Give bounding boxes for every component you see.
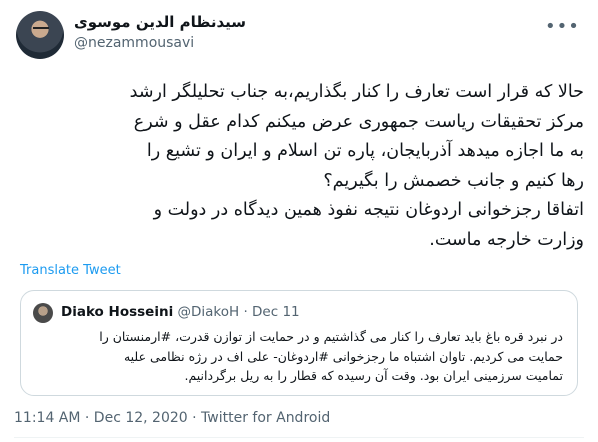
tweet-text-line: به ما اجازه میدهد آذربایجان، پاره تن اسل… xyxy=(146,141,584,161)
author-display-name[interactable]: سیدنظام الدین موسوی xyxy=(74,12,246,32)
quoted-author-avatar xyxy=(33,303,53,323)
quoted-author-info: Diako Hosseini @DiakoH · Dec 11 xyxy=(61,302,300,322)
quoted-author-meta: @DiakoH · Dec 11 xyxy=(177,304,300,320)
author-info[interactable]: سیدنظام الدین موسوی @nezammousavi xyxy=(74,12,246,54)
quoted-text-line: در نبرد قره باغ باید تعارف را کنار می گذ… xyxy=(99,329,563,344)
more-horizontal-icon[interactable]: ••• xyxy=(545,18,580,36)
author-handle[interactable]: @nezammousavi xyxy=(74,32,246,54)
divider xyxy=(14,437,584,438)
quoted-tweet[interactable]: Diako Hosseini @DiakoH · Dec 11 در نبرد … xyxy=(20,290,578,396)
quoted-text-line: حمایت می کردیم. تاوان اشتباه ما رجزخوانی… xyxy=(123,348,563,364)
tweet-text-line: وزارت خارجه ماست. xyxy=(429,229,584,250)
tweet-text-line: رها کنیم و جانب خصمش را بگیریم؟ xyxy=(323,170,584,191)
tweet-text-line: مرکز تحقیقات ریاست جمهوری عرض میکنم کدام… xyxy=(133,111,584,132)
quoted-author-name: Diako Hosseini xyxy=(61,304,174,320)
quoted-text-line: تمامیت سرزمینی ایران بود. وقت آن رسیده ک… xyxy=(184,368,563,383)
tweet-card: سیدنظام الدین موسوی @nezammousavi ••• حا… xyxy=(0,0,598,442)
tweet-header: سیدنظام الدین موسوی @nezammousavi ••• xyxy=(12,8,586,64)
tweet-text: حالا که قرار است تعارف را کنار بگذاریم،ب… xyxy=(14,78,584,255)
author-avatar[interactable] xyxy=(16,11,64,59)
translate-tweet-link[interactable]: Translate Tweet xyxy=(20,263,121,278)
quoted-tweet-text: در نبرد قره باغ باید تعارف را کنار می گذ… xyxy=(35,327,563,386)
tweet-timestamp[interactable]: 11:14 AM · Dec 12, 2020 · Twitter for An… xyxy=(14,410,330,426)
tweet-text-line: حالا که قرار است تعارف را کنار بگذاریم،ب… xyxy=(129,82,584,102)
tweet-text-line: اتفاقا رجزخوانی اردوغان نتیجه نفوذ همین … xyxy=(153,200,584,220)
